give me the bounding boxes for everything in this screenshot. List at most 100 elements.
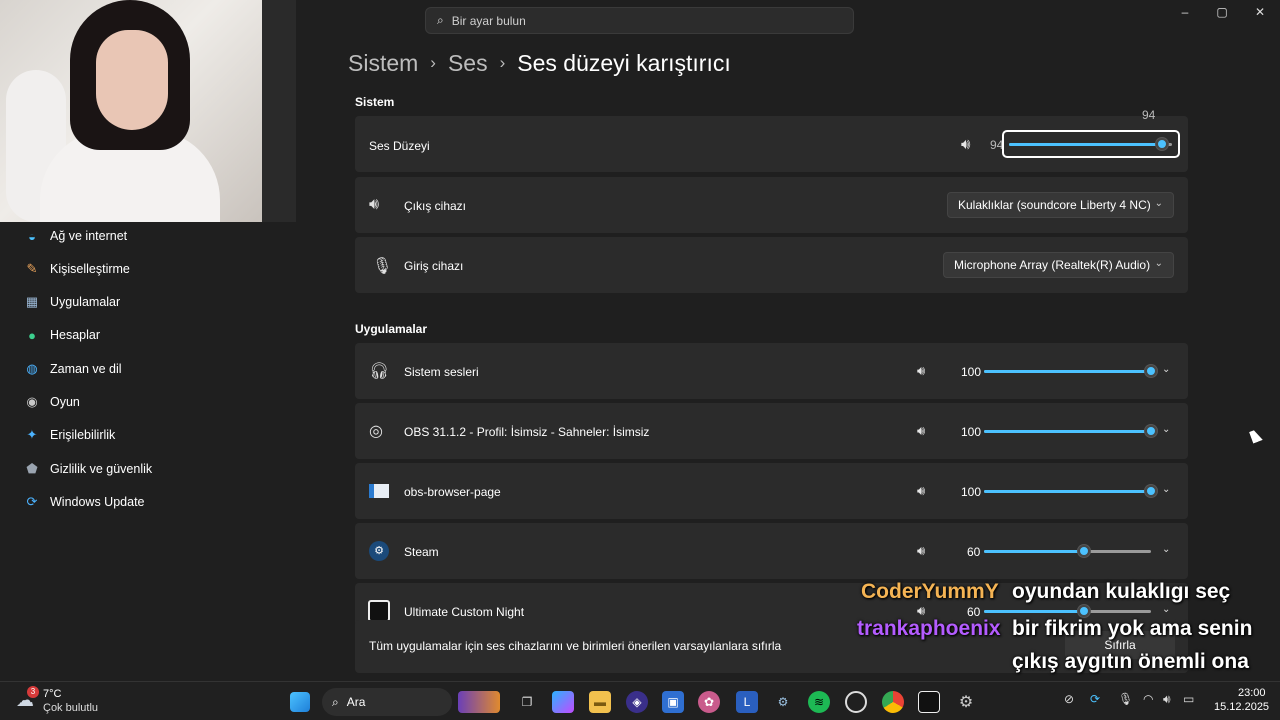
app-name: Steam: [404, 545, 439, 559]
task-view-icon[interactable]: ❐: [516, 691, 538, 713]
input-device-select[interactable]: Microphone Array (Realtek(R) Audio) ⌄: [943, 252, 1174, 278]
speaker-icon[interactable]: 🔊︎: [917, 483, 925, 499]
chevron-down-icon[interactable]: ⌄: [1162, 364, 1170, 375]
maximize-button[interactable]: ▢: [1209, 5, 1235, 21]
microphone-icon[interactable]: 🎙︎: [1118, 692, 1133, 706]
volume-thumb[interactable]: [1078, 605, 1091, 617]
wifi-icon[interactable]: ◠: [1143, 692, 1153, 706]
store-icon[interactable]: ▣: [662, 691, 684, 713]
volume-thumb[interactable]: [1145, 425, 1157, 437]
steam-icon[interactable]: ⚙: [772, 691, 794, 713]
chevron-down-icon[interactable]: ⌄: [1162, 424, 1170, 435]
volume-fill: [984, 430, 1151, 433]
app-volume-value: 100: [961, 425, 982, 439]
chevron-down-icon: ⌄: [1154, 198, 1163, 209]
gamepad-icon: ◉: [26, 394, 38, 409]
chevron-down-icon[interactable]: ⌄: [1162, 604, 1170, 615]
sidebar-item-privacy[interactable]: ⬟ Gizlilik ve güvenlik: [14, 454, 264, 484]
input-device-value: Microphone Array (Realtek(R) Audio): [954, 258, 1151, 272]
ucn-icon[interactable]: [918, 691, 940, 713]
speaker-icon[interactable]: 🔊︎: [1163, 692, 1171, 707]
sync-icon[interactable]: ⟳: [1090, 692, 1100, 706]
background-panel: [262, 0, 296, 222]
speaker-icon[interactable]: 🔊︎: [917, 423, 925, 439]
obs-icon[interactable]: [845, 691, 867, 713]
sidebar-item-windows-update[interactable]: ⟳ Windows Update: [14, 487, 264, 517]
output-device-select[interactable]: Kulaklıklar (soundcore Liberty 4 NC) ⌄: [947, 192, 1174, 218]
search-highlight-icon[interactable]: [458, 691, 500, 713]
breadcrumb-item-system[interactable]: Sistem: [348, 50, 418, 77]
file-explorer-icon[interactable]: ▬: [589, 691, 611, 713]
sidebar-item-label: Hesaplar: [50, 328, 101, 342]
sidebar-item-accounts[interactable]: ● Hesaplar: [14, 320, 264, 350]
app-row-steam: ⚙ Steam 🔊︎ 60 ⌄: [355, 523, 1188, 579]
output-device-card: 🔊︎ Çıkış cihazı Kulaklıklar (soundcore L…: [355, 177, 1188, 233]
minimize-button[interactable]: –: [1172, 5, 1198, 21]
volume-card: Ses Düzeyi 🔊︎ 94: [355, 116, 1188, 172]
speaker-icon[interactable]: 🔊︎: [917, 543, 925, 559]
person-icon: ●: [28, 327, 36, 343]
steam-icon: ⚙: [369, 541, 389, 561]
settings-icon[interactable]: ⚙: [955, 691, 977, 713]
sidebar-item-network[interactable]: ◒ Ağ ve internet: [14, 221, 264, 251]
volume-fill: [984, 610, 1085, 613]
speaker-icon[interactable]: 🔊︎: [961, 136, 970, 153]
search-input[interactable]: ⌕ Bir ayar bulun: [425, 7, 854, 34]
sidebar-item-time-language[interactable]: ◍ Zaman ve dil: [14, 354, 264, 384]
brush-icon: ✎: [26, 261, 38, 276]
app-name: Ultimate Custom Night: [404, 605, 525, 619]
spotify-icon[interactable]: ≋: [808, 691, 830, 713]
app-row-system-sounds: 🎧︎ Sistem sesleri 🔊︎ 100 ⌄: [355, 343, 1188, 399]
ucn-icon: [368, 600, 390, 622]
chevron-right-icon: ›: [430, 53, 436, 72]
accessibility-icon: ✦: [26, 427, 38, 442]
volume-thumb[interactable]: [1145, 365, 1157, 377]
app-volume-slider[interactable]: [984, 490, 1151, 493]
sidebar-item-label: Ağ ve internet: [50, 229, 128, 243]
volume-thumb[interactable]: [1156, 138, 1169, 150]
master-volume-slider[interactable]: [1002, 130, 1180, 158]
taskbar-search[interactable]: ⌕ Ara: [322, 688, 452, 716]
chevron-down-icon[interactable]: ⌄: [1162, 484, 1170, 495]
breadcrumb-item-sound[interactable]: Ses: [448, 50, 488, 77]
taskbar-search-label: Ara: [346, 695, 366, 709]
start-icon[interactable]: [290, 692, 310, 712]
app-volume-slider[interactable]: [984, 610, 1151, 613]
app-icon[interactable]: ✿: [698, 691, 720, 713]
notification-off-icon[interactable]: ⊘: [1064, 692, 1074, 706]
speaker-icon: 🔊︎: [369, 196, 380, 213]
app-volume-slider[interactable]: [984, 370, 1151, 373]
speaker-icon[interactable]: 🔊︎: [917, 363, 925, 379]
weather-temp: 7°C: [43, 688, 62, 700]
app-name: OBS 31.1.2 - Profil: İsimsiz - Sahneler:…: [404, 425, 650, 439]
app-volume-slider[interactable]: [984, 430, 1151, 433]
copilot-icon[interactable]: [552, 691, 574, 713]
app-name: Sistem sesleri: [404, 365, 479, 379]
volume-thumb[interactable]: [1078, 545, 1091, 557]
app-row-obs: ◎ OBS 31.1.2 - Profil: İsimsiz - Sahnele…: [355, 403, 1188, 459]
app-volume-value: 100: [961, 485, 982, 499]
close-button[interactable]: ✕: [1247, 5, 1273, 21]
search-icon: ⌕: [332, 694, 339, 709]
sidebar-item-gaming[interactable]: ◉ Oyun: [14, 387, 264, 417]
sidebar-item-accessibility[interactable]: ✦ Erişilebilirlik: [14, 420, 264, 450]
volume-fill: [984, 490, 1151, 493]
sidebar-item-personalization[interactable]: ✎ Kişiselleştirme: [14, 254, 264, 284]
sidebar-item-apps[interactable]: ▦ Uygulamalar: [14, 287, 264, 317]
clock-date[interactable]: 15.12.2025: [1214, 701, 1269, 713]
battery-icon[interactable]: ▭: [1183, 692, 1194, 706]
app-volume-slider[interactable]: [984, 550, 1151, 553]
taskbar: ☁ 3 7°C Çok bulutlu ⌕ Ara ❐ ▬ ◈ ▣ ✿ L ⚙ …: [0, 681, 1280, 720]
app-icon[interactable]: ◈: [626, 691, 648, 713]
volume-thumb[interactable]: [1145, 485, 1157, 497]
app-volume-value: 60: [967, 545, 981, 559]
volume-fill: [1009, 143, 1163, 146]
sidebar-item-label: Erişilebilirlik: [50, 428, 116, 442]
clock-time[interactable]: 23:00: [1238, 687, 1266, 699]
apps-icon: ▦: [25, 294, 39, 309]
weather-badge: 3: [27, 686, 39, 698]
launcher-icon[interactable]: L: [736, 691, 758, 713]
chevron-down-icon[interactable]: ⌄: [1162, 544, 1170, 555]
chevron-down-icon: ⌄: [1154, 258, 1163, 269]
chrome-icon[interactable]: [882, 691, 904, 713]
